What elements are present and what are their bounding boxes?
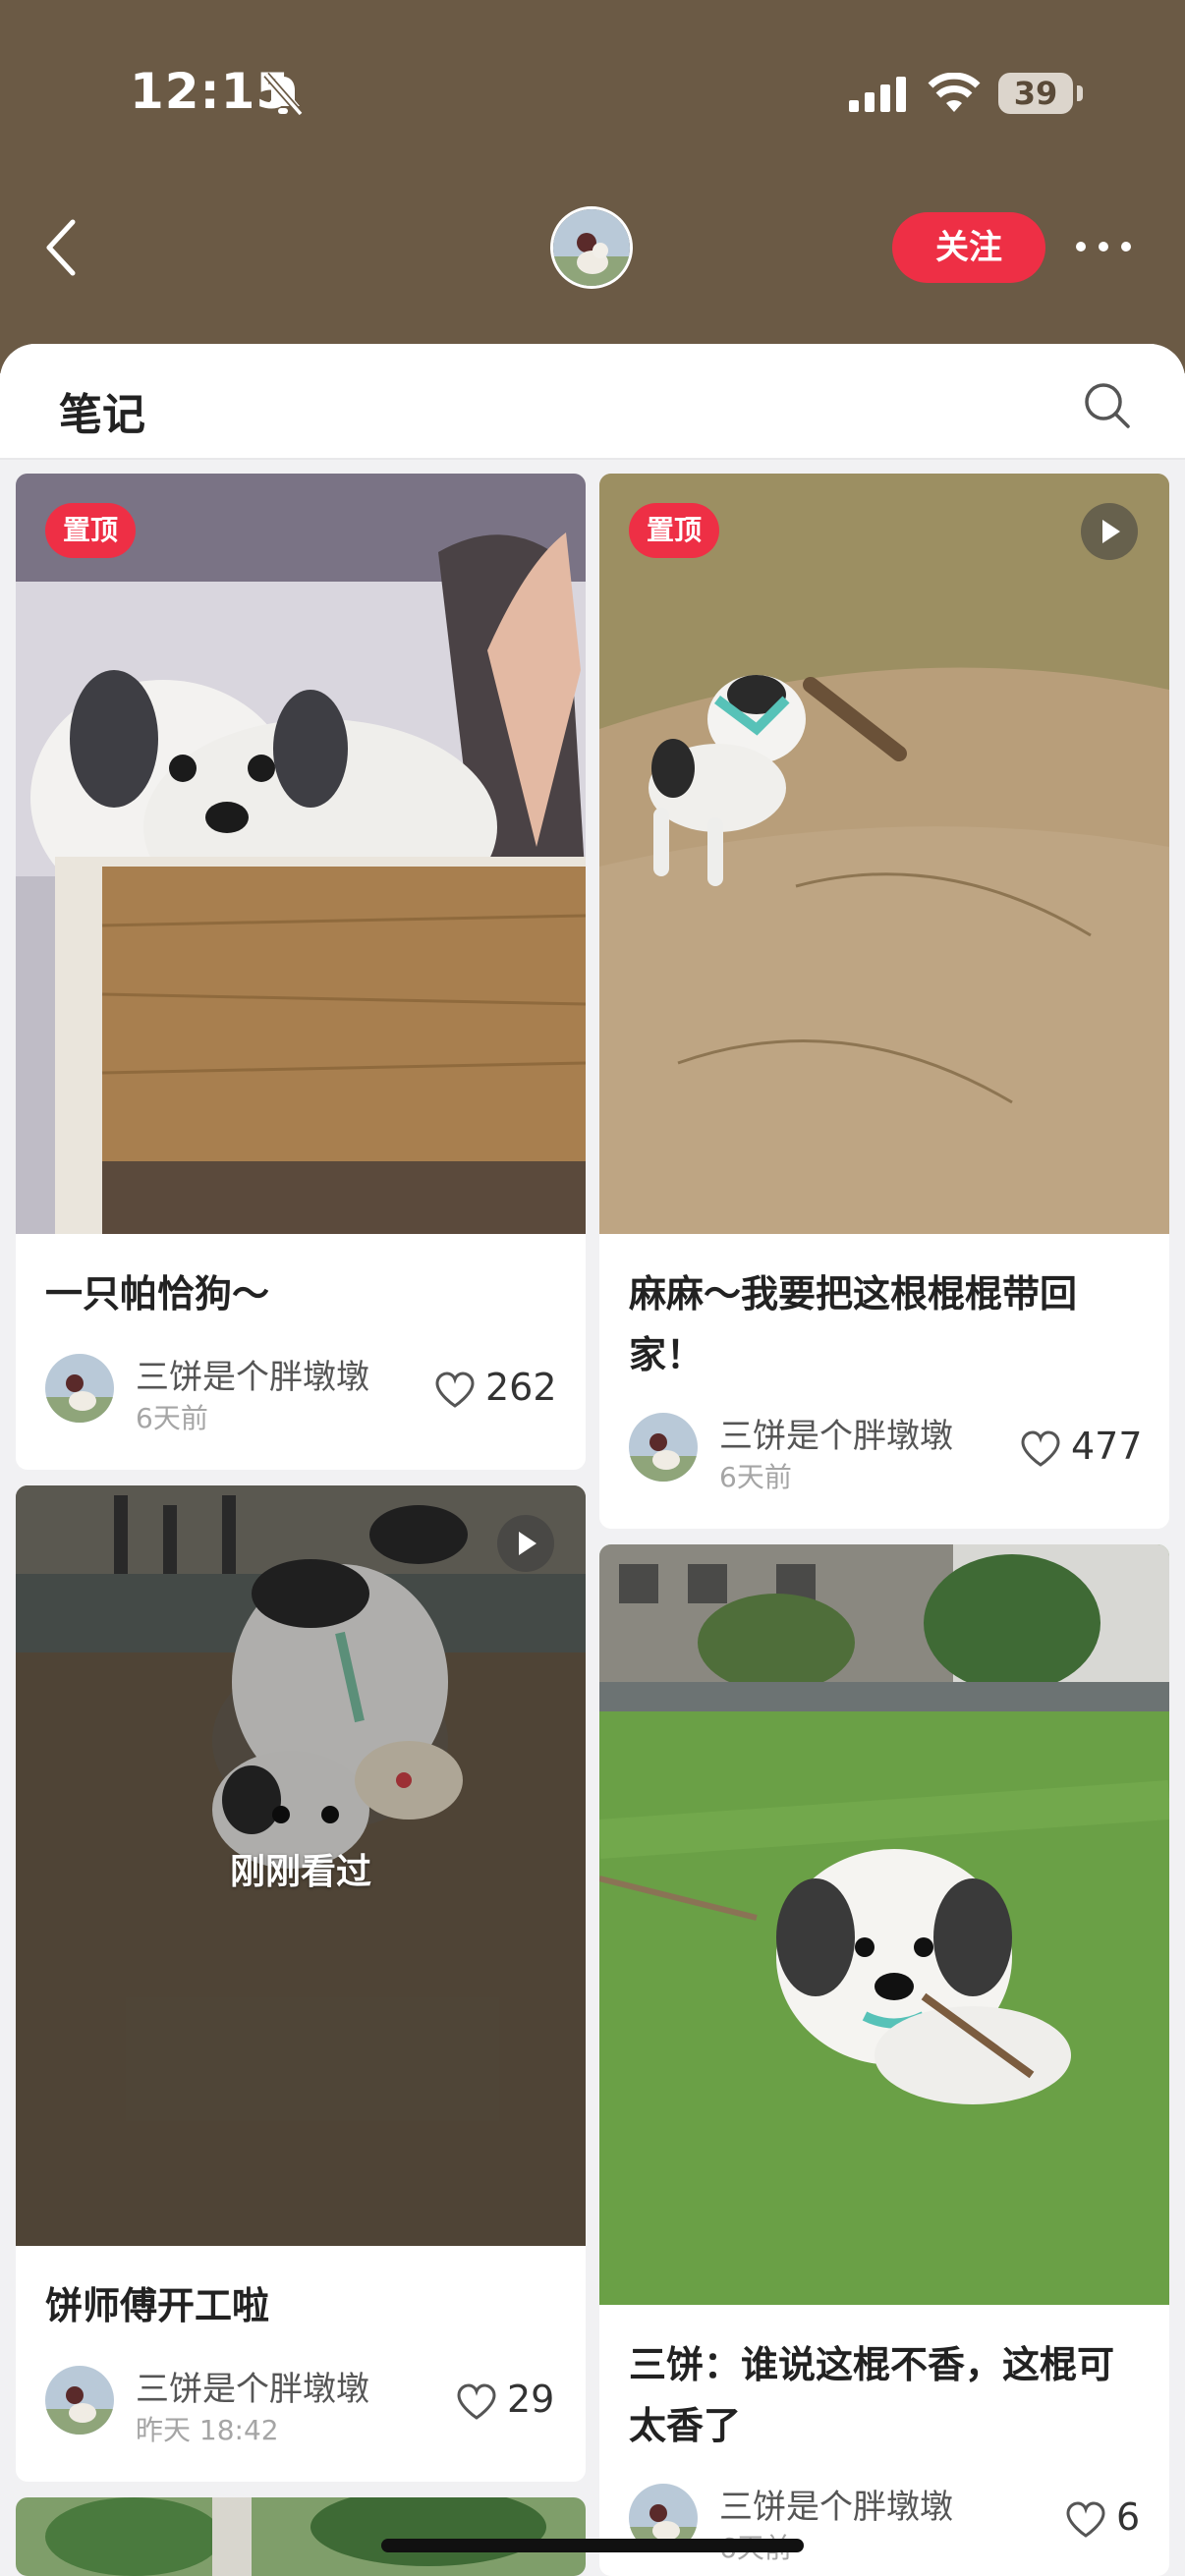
- like-heart-icon[interactable]: [1020, 1430, 1061, 1468]
- post-time: 6天前: [719, 1461, 792, 1493]
- note-card[interactable]: [16, 2497, 586, 2576]
- notes-header: 笔记: [0, 344, 1185, 460]
- like-count: 262: [485, 1366, 557, 1409]
- search-icon[interactable]: [1083, 381, 1132, 430]
- author-avatar[interactable]: [629, 1413, 698, 1482]
- profile-header: 12:15 39 关注: [0, 0, 1185, 373]
- recently-viewed-label: 刚刚看过: [229, 1852, 371, 1892]
- author-name[interactable]: 三饼是个胖墩墩: [719, 2480, 953, 2528]
- battery-tip: [1077, 85, 1083, 101]
- notes-tab-title[interactable]: 笔记: [59, 379, 145, 442]
- like-heart-icon[interactable]: [456, 2383, 497, 2421]
- like-count: 29: [507, 2378, 555, 2421]
- like-heart-icon[interactable]: [434, 1372, 476, 1409]
- note-card[interactable]: 置顶 麻麻～我要把这根棍棍带回家！ 三饼是个胖墩墩 6天前 477: [599, 474, 1169, 1529]
- note-card[interactable]: 置顶 一只帕恰狗～ 三饼是个胖墩墩 6天前 262: [16, 474, 586, 1470]
- back-arrow-icon[interactable]: [43, 218, 79, 277]
- note-title: 饼师傅开工啦: [45, 2284, 270, 2327]
- note-cover-image: [599, 1544, 1169, 2305]
- note-cover-image: [16, 2497, 586, 2576]
- wifi-icon: [928, 73, 981, 112]
- post-time: 昨天 18:42: [136, 2414, 279, 2446]
- video-indicator: [1081, 503, 1138, 560]
- cell-signal-icon: [849, 77, 906, 112]
- play-icon: [519, 1532, 536, 1555]
- author-name[interactable]: 三饼是个胖墩墩: [719, 1409, 953, 1457]
- note-title: 一只帕恰狗～: [45, 1272, 270, 1316]
- pinned-badge: 置顶: [45, 503, 137, 558]
- author-name[interactable]: 三饼是个胖墩墩: [136, 1350, 369, 1398]
- note-cover-image: 刚刚看过: [16, 1485, 586, 2246]
- note-title: 三饼：谁说这棍不香，这棍可太香了: [629, 2343, 1115, 2447]
- post-time: 6天前: [136, 1402, 208, 1434]
- like-count: 6: [1116, 2495, 1141, 2539]
- more-options-icon[interactable]: [1075, 240, 1132, 253]
- note-title: 麻麻～我要把这根棍棍带回家！: [629, 1272, 1078, 1376]
- home-indicator: [381, 2539, 804, 2552]
- note-card[interactable]: 三饼：谁说这棍不香，这棍可太香了 三饼是个胖墩墩 6天前 6: [599, 1544, 1169, 2576]
- video-indicator: [497, 1515, 554, 1572]
- pinned-badge: 置顶: [629, 503, 720, 558]
- like-heart-icon[interactable]: [1065, 2501, 1106, 2539]
- author-avatar[interactable]: [45, 2366, 114, 2435]
- bell-muted-icon: [263, 72, 304, 117]
- author-avatar[interactable]: [45, 1354, 114, 1423]
- note-card[interactable]: 刚刚看过 饼师傅开工啦 三饼是个胖墩墩 昨天 18:42 29: [16, 1485, 586, 2482]
- like-count: 477: [1071, 1425, 1143, 1468]
- note-cover-image: 置顶: [599, 474, 1169, 1234]
- profile-avatar[interactable]: [550, 206, 633, 289]
- battery-indicator: 39: [998, 73, 1073, 114]
- play-icon: [1102, 520, 1120, 543]
- follow-button[interactable]: 关注: [892, 212, 1045, 283]
- note-cover-image: 置顶: [16, 474, 586, 1234]
- author-name[interactable]: 三饼是个胖墩墩: [136, 2362, 369, 2410]
